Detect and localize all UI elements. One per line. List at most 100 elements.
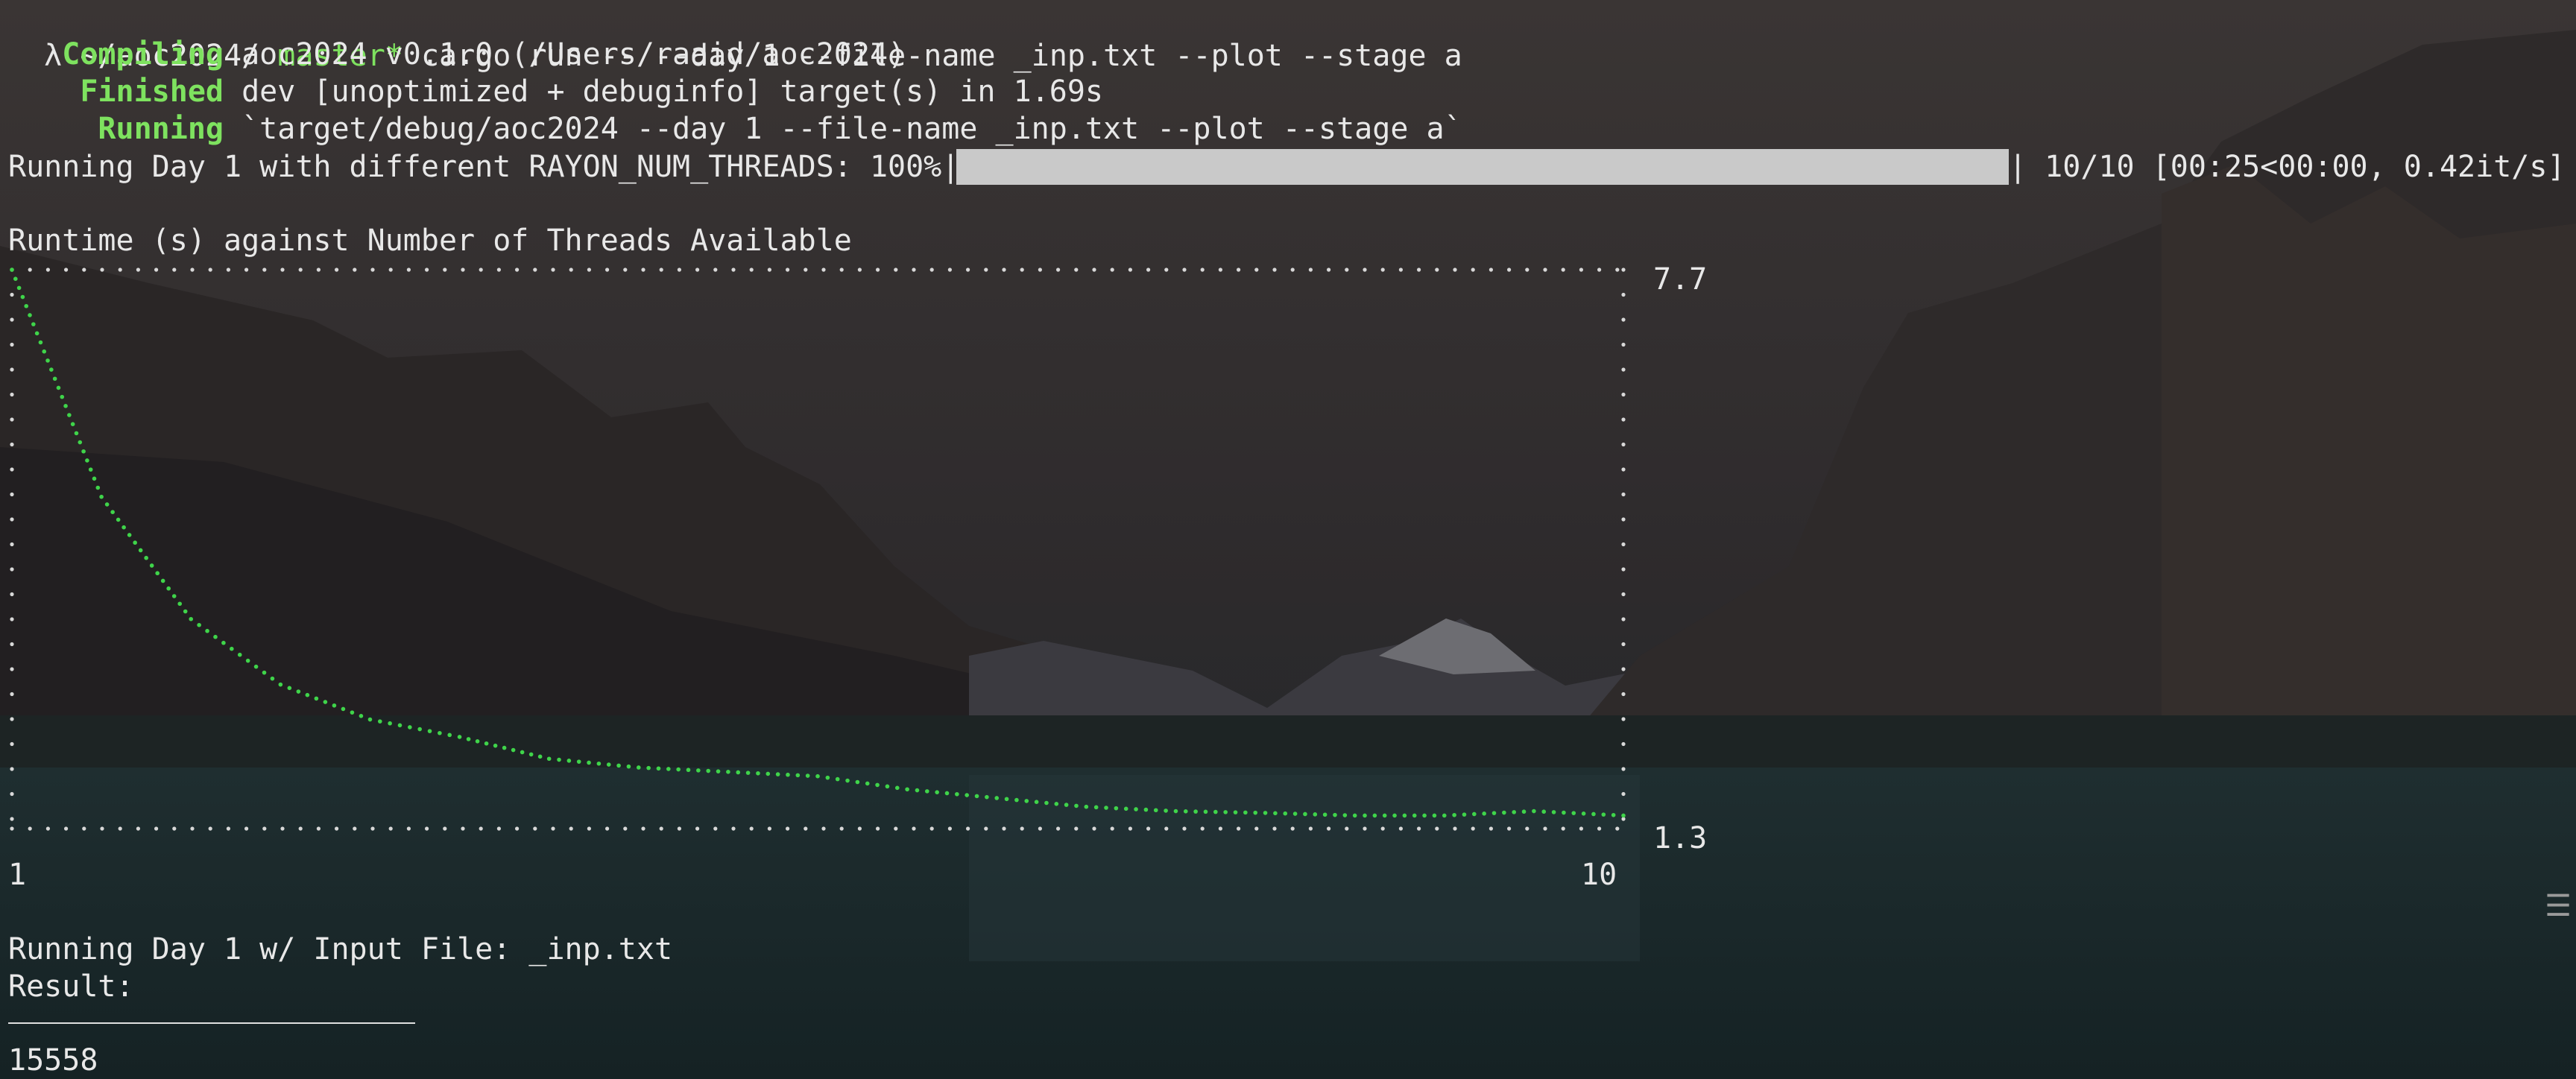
series-point bbox=[74, 431, 79, 436]
series-point bbox=[1253, 810, 1258, 815]
series-point bbox=[596, 761, 602, 766]
plot-border-dot bbox=[100, 826, 104, 831]
series-point bbox=[706, 768, 710, 773]
plot-border-dot bbox=[551, 826, 555, 831]
plot-border-dot bbox=[1290, 826, 1295, 831]
series-point bbox=[278, 682, 283, 687]
plot-border-dot bbox=[1110, 268, 1114, 272]
series-point bbox=[825, 775, 830, 780]
series-point bbox=[1491, 811, 1497, 815]
series-point bbox=[427, 729, 432, 733]
plot-border-dot bbox=[929, 826, 934, 831]
series-point bbox=[795, 773, 801, 778]
series-point bbox=[925, 789, 929, 794]
series-point bbox=[1004, 797, 1009, 802]
series-point bbox=[786, 772, 790, 777]
plot-border-dot bbox=[1254, 826, 1259, 831]
plot-border-dot bbox=[1002, 826, 1006, 831]
plot-border-dot bbox=[1621, 442, 1626, 447]
series-point bbox=[1551, 810, 1556, 814]
plot-border-dot bbox=[1146, 826, 1151, 831]
series-point bbox=[88, 467, 93, 472]
series-point bbox=[1452, 812, 1456, 817]
plot-border-dot bbox=[1621, 741, 1626, 747]
series-point bbox=[726, 770, 730, 774]
series-point bbox=[116, 517, 121, 522]
plot-border-dot bbox=[659, 268, 663, 272]
series-point bbox=[511, 747, 516, 753]
series-point bbox=[144, 555, 148, 560]
plot-border-dot bbox=[1525, 826, 1530, 831]
plot-border-dot bbox=[10, 542, 14, 547]
plot-border-dot bbox=[244, 826, 249, 831]
plot-border-dot bbox=[821, 826, 826, 831]
series-point bbox=[408, 725, 412, 730]
series-point bbox=[1363, 813, 1367, 818]
plot-border-dot bbox=[82, 826, 86, 831]
plot-border-dot bbox=[1182, 268, 1187, 272]
series-point bbox=[1104, 806, 1108, 810]
series-point bbox=[1114, 806, 1119, 811]
series-point bbox=[95, 485, 101, 490]
series-point bbox=[1243, 810, 1248, 815]
series-point bbox=[350, 710, 355, 715]
series-point bbox=[1333, 812, 1337, 817]
series-point bbox=[197, 622, 201, 627]
series-point bbox=[1213, 809, 1218, 814]
series-point bbox=[417, 727, 422, 732]
series-point bbox=[1074, 803, 1079, 809]
plot-border-dot bbox=[713, 826, 718, 831]
plot-border-dot bbox=[316, 268, 321, 272]
plot-border-dot bbox=[1489, 826, 1493, 831]
series-point bbox=[765, 771, 771, 776]
plot-border-dot bbox=[569, 268, 573, 272]
plot-border-dot bbox=[136, 268, 140, 272]
series-point bbox=[576, 759, 581, 764]
plot-border-dot bbox=[786, 268, 790, 272]
plot-border-dot bbox=[1237, 826, 1241, 831]
series-point bbox=[537, 754, 543, 759]
plot-border-dot bbox=[767, 826, 771, 831]
series-point bbox=[1412, 813, 1417, 818]
series-point bbox=[974, 794, 979, 799]
plot-border-dot bbox=[677, 826, 682, 831]
plot-border-dot bbox=[1621, 317, 1626, 322]
plot-border-dot bbox=[1308, 268, 1313, 272]
scroll-menu-icon[interactable]: ☰ bbox=[2545, 889, 2572, 923]
series-point bbox=[1432, 813, 1437, 818]
plot-border-dot bbox=[1471, 268, 1475, 272]
plot-border-dot bbox=[1543, 268, 1547, 272]
series-point bbox=[1233, 810, 1238, 814]
plot-border-dot bbox=[316, 826, 321, 831]
plot-border-dot bbox=[804, 268, 808, 272]
plot-border-dot bbox=[1597, 268, 1602, 272]
plot-border-dot bbox=[370, 268, 375, 272]
series-point bbox=[736, 770, 741, 775]
result-separator bbox=[8, 1022, 415, 1024]
series-point bbox=[484, 741, 489, 746]
plot-border-dot bbox=[894, 826, 898, 831]
plot-border-dot bbox=[1038, 268, 1042, 272]
plot-border-dot bbox=[1621, 567, 1626, 572]
plot-border-dot bbox=[496, 268, 502, 272]
plot-border-dot bbox=[731, 826, 736, 831]
series-point bbox=[38, 340, 43, 345]
plot-border-dot bbox=[1345, 826, 1349, 831]
series-point bbox=[616, 763, 621, 768]
plot-border-dot bbox=[118, 826, 122, 831]
plot-border-dot bbox=[876, 268, 880, 272]
series-point bbox=[1303, 811, 1307, 817]
plot-border-dot bbox=[1435, 826, 1439, 831]
plot-border-dot bbox=[533, 826, 537, 831]
series-point bbox=[915, 788, 920, 793]
plot-border-dot bbox=[10, 442, 14, 447]
plot-border-dot bbox=[1453, 268, 1457, 272]
plot-border-dot bbox=[443, 268, 447, 272]
series-point bbox=[935, 790, 939, 794]
series-point bbox=[805, 773, 810, 778]
plot-border-dot bbox=[605, 826, 610, 831]
plot-border-dot bbox=[425, 268, 429, 272]
series-point bbox=[42, 349, 47, 354]
series-point bbox=[1193, 809, 1198, 814]
plot-border-dot bbox=[1621, 367, 1626, 372]
